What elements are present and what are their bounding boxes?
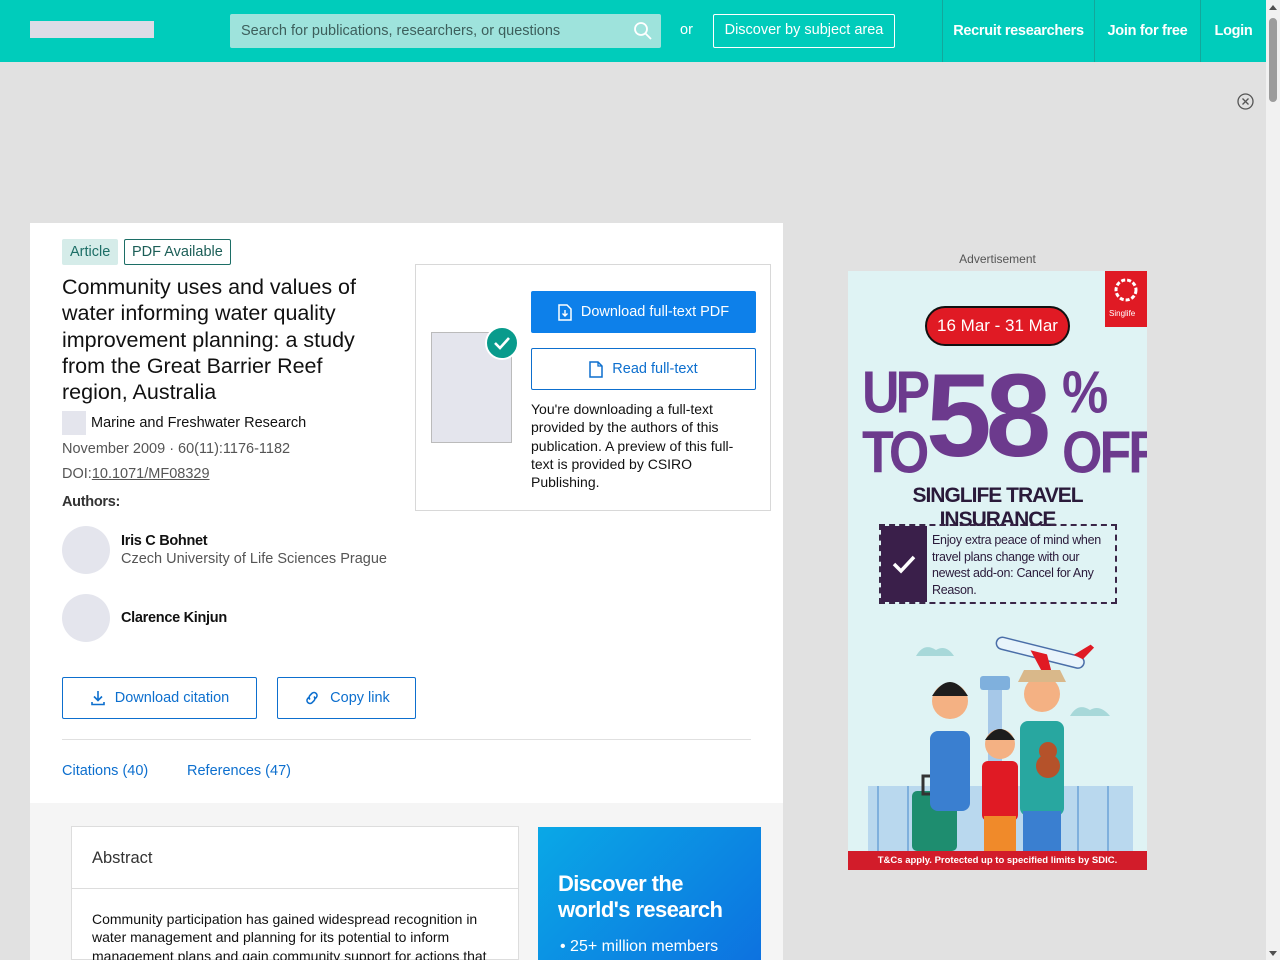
join-free-link[interactable]: Join for free	[1094, 0, 1200, 62]
travel-family-illustration	[868, 636, 1133, 851]
search-input[interactable]	[230, 14, 630, 48]
doi-label: DOI:	[62, 466, 92, 482]
download-pdf-button[interactable]: Download full-text PDF	[531, 291, 756, 333]
top-bar: or Discover by subject area Recruit rese…	[0, 0, 1266, 62]
scrollbar[interactable]	[1266, 0, 1280, 960]
advertisement-label: Advertisement	[959, 252, 1036, 266]
login-link[interactable]: Login	[1200, 0, 1266, 62]
abstract-heading: Abstract	[92, 849, 153, 867]
avatar[interactable]	[62, 526, 110, 574]
download-citation-button[interactable]: Download citation	[62, 677, 257, 719]
singlife-logo: Singlife	[1105, 271, 1147, 327]
logo[interactable]	[30, 21, 154, 38]
fulltext-download-box: Download full-text PDF Read full-text Yo…	[415, 264, 771, 511]
search-box[interactable]	[230, 14, 661, 48]
link-icon	[306, 691, 318, 705]
ad-footer-disclaimer: T&Cs apply. Protected up to specified li…	[848, 851, 1147, 870]
scroll-up-arrow[interactable]	[1269, 5, 1277, 10]
search-icon[interactable]	[633, 21, 653, 41]
article-type-badge: Article	[62, 239, 119, 265]
avatar[interactable]	[62, 594, 110, 642]
ad-off-text: % OFF	[1062, 359, 1147, 487]
check-icon	[494, 337, 510, 350]
ad-date-pill: 16 Mar - 31 Mar	[925, 306, 1070, 346]
copy-link-button[interactable]: Copy link	[277, 677, 416, 719]
promo-bullet: • 25+ million members	[560, 938, 719, 955]
download-icon	[90, 691, 105, 706]
pdf-download-icon	[558, 303, 572, 321]
advertisement-banner[interactable]: Singlife 16 Mar - 31 Mar UP TO 58 % OFF …	[848, 271, 1147, 870]
check-badge	[485, 326, 519, 360]
promo-title: Discover the world's research	[558, 871, 723, 922]
lower-section: Abstract Community participation has gai…	[30, 803, 783, 960]
recruit-researchers-link[interactable]: Recruit researchers	[942, 0, 1094, 62]
or-text: or	[680, 22, 693, 38]
abstract-text: Community participation has gained wides…	[92, 911, 487, 960]
download-citation-label: Download citation	[114, 690, 230, 706]
tab-references[interactable]: References (47)	[187, 763, 291, 779]
document-icon	[589, 360, 604, 378]
check-icon	[892, 555, 916, 574]
abstract-panel: Abstract Community participation has gai…	[71, 826, 519, 960]
publication-info: November 2009 · 60(11):1176-1182	[62, 441, 291, 457]
journal-icon	[62, 411, 86, 435]
divider	[72, 888, 518, 889]
doi-row: DOI:10.1071/MF08329	[62, 466, 210, 482]
ad-logo-text: Singlife	[1109, 309, 1136, 318]
journal-link[interactable]: Marine and Freshwater Research	[91, 415, 306, 431]
ad-check-box	[881, 526, 927, 602]
author-name[interactable]: Iris C Bohnet	[121, 533, 208, 549]
copy-link-label: Copy link	[330, 690, 390, 706]
promo-bullet-text: 25+ million members	[570, 938, 719, 955]
authors-heading: Authors:	[62, 494, 121, 510]
close-icon[interactable]	[1237, 93, 1254, 110]
ad-percent-number: 58	[926, 350, 1051, 482]
discover-subject-button[interactable]: Discover by subject area	[713, 14, 895, 48]
doi-link[interactable]: 10.1071/MF08329	[92, 466, 210, 482]
discover-research-promo[interactable]: Discover the world's research • 25+ mill…	[538, 827, 761, 960]
tab-citations[interactable]: Citations (40)	[62, 763, 148, 779]
scroll-down-arrow[interactable]	[1269, 951, 1277, 956]
read-fulltext-label: Read full-text	[612, 361, 698, 377]
brand-logo-icon	[1114, 278, 1138, 302]
article-card: Article PDF Available Community uses and…	[30, 223, 783, 803]
author-name[interactable]: Clarence Kinjun	[121, 610, 227, 626]
divider	[62, 739, 751, 740]
download-note: You're downloading a full-text provided …	[531, 401, 734, 491]
ad-feature-text: Enjoy extra peace of mind when travel pl…	[932, 533, 1101, 597]
ad-feature-box: Enjoy extra peace of mind when travel pl…	[879, 524, 1117, 604]
scroll-thumb[interactable]	[1269, 18, 1277, 102]
download-pdf-label: Download full-text PDF	[580, 304, 730, 320]
pdf-available-badge: PDF Available	[124, 239, 231, 265]
read-fulltext-button[interactable]: Read full-text	[531, 348, 756, 390]
ad-up-to-text: UP TO	[862, 359, 929, 487]
author-affiliation[interactable]: Czech University of Life Sciences Prague	[121, 551, 387, 567]
article-title: Community uses and values of water infor…	[62, 275, 356, 405]
